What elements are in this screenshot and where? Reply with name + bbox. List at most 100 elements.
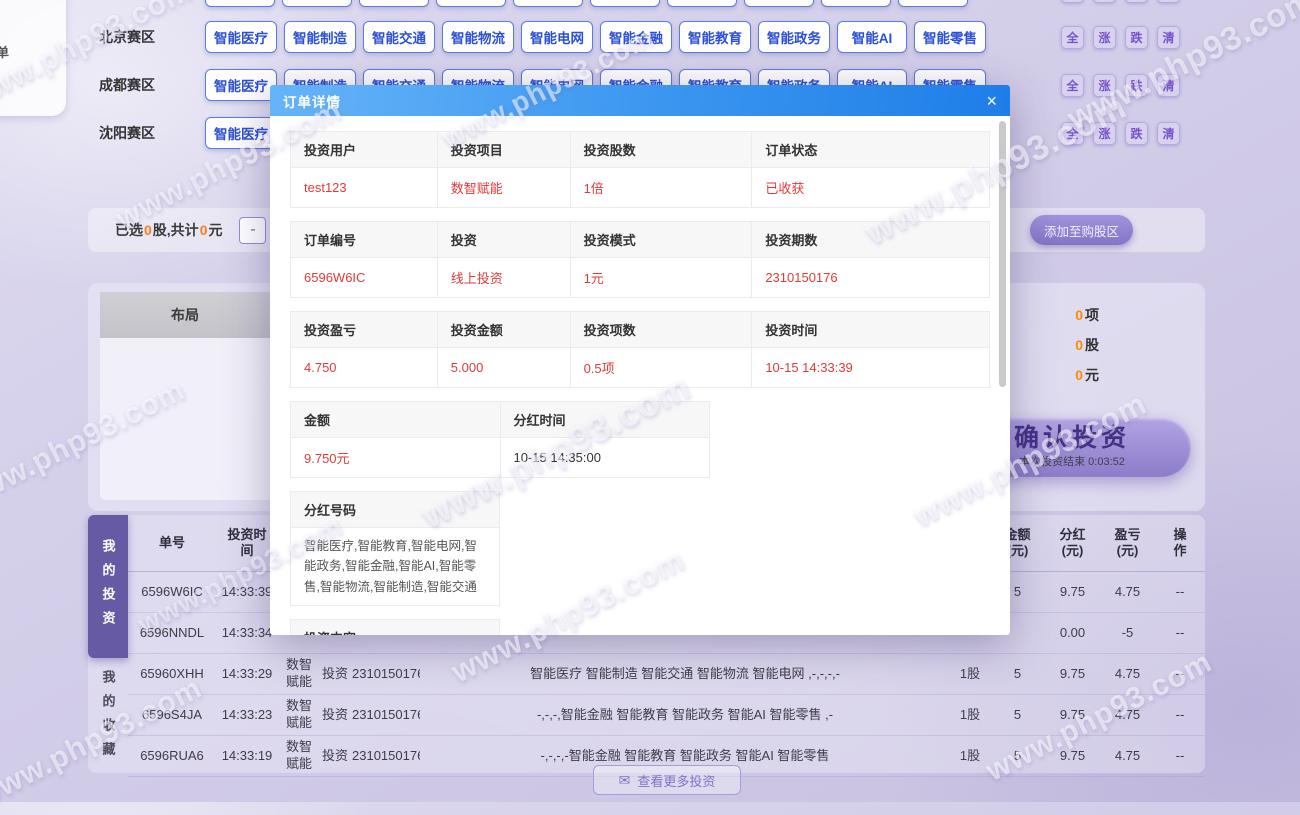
zone-label: 成都赛区 [88,75,205,95]
cell: 14:33:39 [216,572,278,613]
cell: 14:33:23 [216,695,278,736]
box-content: 智能医疗,智能教育,智能电网,智能政务,智能金融,智能AI,智能零售,智能物流,… [290,528,500,606]
filter-down-button[interactable]: 跌 [1125,0,1148,3]
dividend-table: 金额 分红时间 9.750元 10-15 14:35:00 [290,401,710,478]
filter-up-button[interactable]: 涨 [1093,122,1116,145]
total-amount: 0 [199,222,209,238]
zone-button[interactable] [436,0,506,7]
column-header: 投资金额 [437,312,570,348]
cell: 9.75 [1045,654,1100,695]
left-cut-text: 单 [0,42,9,61]
filter-clear-button[interactable]: 清 [1157,74,1180,97]
modal-scrollbar[interactable] [999,121,1006,387]
decrease-button[interactable]: - [239,217,266,244]
column-header: 订单编号 [291,222,438,258]
filter-all-button[interactable]: 全 [1061,122,1084,145]
cell: 65960XHH [128,654,216,695]
box-title: 投资内容 [290,619,500,635]
filter-down-button[interactable]: 跌 [1125,122,1148,145]
cell: 1股 [950,695,990,736]
column-header: 金额 [291,402,501,438]
zone-button[interactable]: 智能零售 [914,21,986,53]
zone-label: 北京赛区 [88,27,205,47]
zone-button[interactable] [898,0,968,7]
zone-button[interactable] [513,0,583,7]
cell: -- [1155,695,1205,736]
cell: 数智赋能 [278,736,320,777]
zone-button[interactable] [744,0,814,7]
add-to-cart-button[interactable]: 添加至购股区 [1030,215,1133,245]
zone-button[interactable]: 智能物流 [442,21,514,53]
zone-button[interactable]: 智能金融 [600,21,672,53]
filter-clear-button[interactable]: 清 [1157,26,1180,49]
column-header: 操 作 [1155,515,1205,572]
cell: 数智赋能 [278,695,320,736]
cell: 1股 [950,736,990,777]
zone-button[interactable]: 智能制造 [284,21,356,53]
tab-my-investments[interactable]: 我的投资 [88,515,128,658]
filter-down-button[interactable]: 跌 [1125,26,1148,49]
tab-my-favorites[interactable]: 我的收藏 [88,658,128,778]
cell: 4.75 [1100,654,1155,695]
table-row[interactable]: 6596S4JA 14:33:23 数智赋能 投资 2310150176 -,-… [128,695,1205,736]
cell: 6596W6IC [291,258,438,298]
filter-up-button[interactable]: 涨 [1093,26,1116,49]
cell: 6596NNDL [128,613,216,654]
cell: 数智赋能 [437,168,570,208]
cell: 2310150176 [350,736,420,777]
zone-button[interactable]: 智能教育 [679,21,751,53]
zone-button[interactable] [821,0,891,7]
box-title: 分红号码 [290,491,500,528]
column-header: 投资模式 [570,222,752,258]
filter-clear-button[interactable]: 清 [1157,122,1180,145]
filter-all-button[interactable]: 全 [1061,0,1084,3]
zone-button[interactable] [667,0,737,7]
cell: -- [1155,613,1205,654]
table-row[interactable]: 65960XHH 14:33:29 数智赋能 投资 2310150176 智能医… [128,654,1205,695]
cell: 2310150176 [752,258,990,298]
cell: 2310150176 [350,695,420,736]
filter-up-button[interactable]: 涨 [1093,74,1116,97]
zone-button[interactable]: 智能医疗 [205,21,277,53]
filter-clear-button[interactable]: 清 [1157,0,1180,3]
zone-button[interactable]: 智能AI [837,21,907,53]
cell: 5 [990,736,1045,777]
cell: 6596W6IC [128,572,216,613]
stat-items: 0项 [1075,305,1099,325]
tab-layout[interactable]: 布局 [100,292,271,338]
filter-down-button[interactable]: 跌 [1125,74,1148,97]
cell: 数智赋能 [278,654,320,695]
filter-up-button[interactable]: 涨 [1093,0,1116,3]
zone-button[interactable] [359,0,429,7]
column-header: 投资用户 [291,132,438,168]
zone-button[interactable]: 智能交通 [363,21,435,53]
order-detail-modal: 订单详情 × 投资用户 投资项目 投资股数 订单状态 test123 数智赋能 … [270,85,1010,635]
column-header: 投资期数 [752,222,990,258]
zone-button[interactable] [205,0,275,7]
zone-button[interactable] [590,0,660,7]
zone-button[interactable]: 智能政务 [758,21,830,53]
zone-row-beijing: 北京赛区 智能医疗 智能制造 智能交通 智能物流 智能电网 智能金融 智能教育 … [88,21,1188,53]
close-icon[interactable]: × [986,92,997,110]
column-header: 投资股数 [570,132,752,168]
modal-body: 投资用户 投资项目 投资股数 订单状态 test123 数智赋能 1倍 已收获 … [270,116,1010,635]
cell: 0.00 [1045,613,1100,654]
cell: 9.75 [1045,695,1100,736]
filter-all-button[interactable]: 全 [1061,26,1084,49]
cell: 1股 [950,654,990,695]
selected-count: 0 [143,222,153,238]
cell: 9.750元 [291,438,501,478]
cell: -- [1155,736,1205,777]
order-info-table: 订单编号 投资 投资模式 投资期数 6596W6IC 线上投资 1元 23101… [290,221,990,298]
column-header: 投资时间 [752,312,990,348]
filter-group: 全 涨 跌 清 [1061,0,1180,3]
cell: -,-,-,智能金融 智能教育 智能政务 智能AI 智能零售 ,- [420,695,950,736]
cell: 4.750 [291,348,438,388]
zone-button[interactable]: 智能医疗 [205,69,277,101]
load-more-button[interactable]: ✉ 查看更多投资 [593,765,741,795]
cell: 投资 [320,736,350,777]
zone-button[interactable] [282,0,352,7]
zone-button[interactable]: 智能电网 [521,21,593,53]
zone-button[interactable]: 智能医疗 [205,117,277,149]
filter-all-button[interactable]: 全 [1061,74,1084,97]
